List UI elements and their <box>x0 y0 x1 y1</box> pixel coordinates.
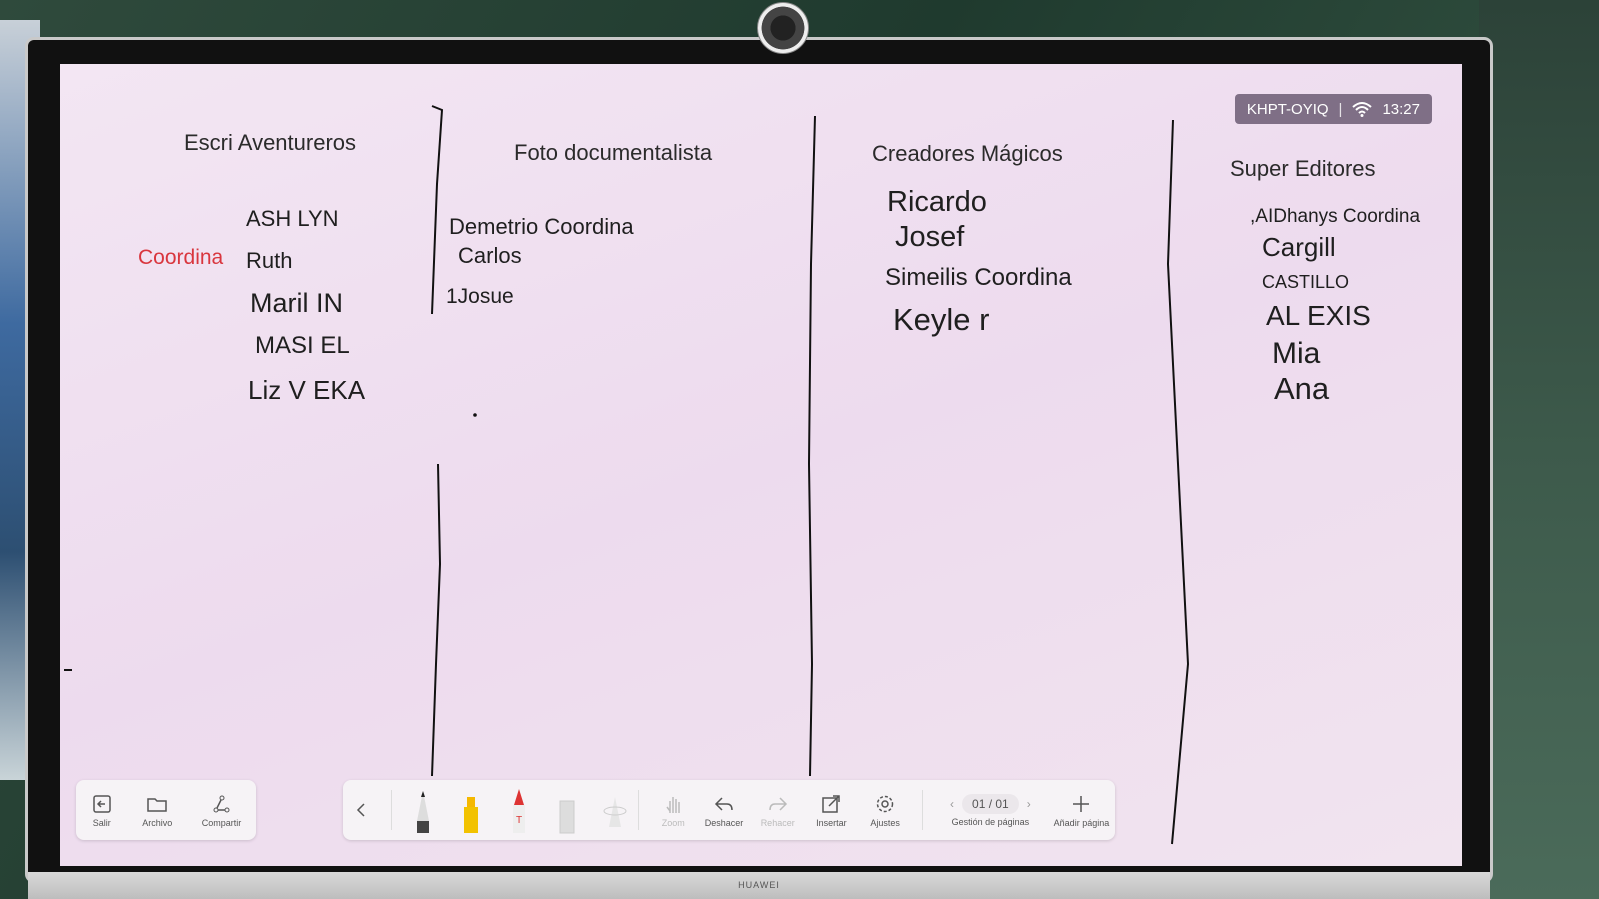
separator <box>638 790 640 830</box>
collapse-button[interactable] <box>343 799 381 821</box>
whiteboard-screen[interactable]: KHPT-OYIQ | 13:27 Escri Aventureros Coor… <box>60 64 1462 866</box>
redo-button[interactable]: Rehacer <box>751 793 805 828</box>
exit-button[interactable]: Salir <box>91 793 113 828</box>
file-button[interactable]: Archivo <box>142 793 172 828</box>
lasso-icon[interactable] <box>602 787 628 835</box>
zoom-label: Zoom <box>661 817 685 828</box>
exit-icon <box>92 794 111 813</box>
eraser-icon[interactable] <box>554 787 580 835</box>
redo-label: Rehacer <box>760 817 795 828</box>
share-label: Compartir <box>201 817 242 828</box>
add-page-button[interactable]: Añadir página <box>1048 793 1115 828</box>
page-management-label[interactable]: Gestión de páginas <box>952 817 1030 827</box>
separator <box>391 790 393 830</box>
share-button[interactable]: Compartir <box>201 793 242 828</box>
file-label: Archivo <box>142 817 173 828</box>
undo-button[interactable]: Deshacer <box>697 793 751 828</box>
hand-icon <box>666 796 680 813</box>
chevron-left-icon <box>357 803 365 817</box>
add-page-label: Añadir página <box>1053 817 1110 828</box>
pen-icon[interactable] <box>410 787 436 835</box>
webcam-icon <box>757 2 809 54</box>
exit-label: Salir <box>92 817 111 828</box>
monitor-bottom: HUAWEI <box>28 872 1490 899</box>
undo-label: Deshacer <box>704 817 744 828</box>
page-manager: ‹ 01 / 01 › Gestión de páginas <box>933 793 1048 827</box>
prev-page-button[interactable]: ‹ <box>950 797 954 811</box>
folder-icon <box>147 797 167 812</box>
insert-icon <box>822 794 841 813</box>
pager: ‹ 01 / 01 › <box>950 793 1031 814</box>
background-right <box>1479 0 1599 899</box>
svg-text:T: T <box>516 815 522 826</box>
share-icon <box>213 795 230 812</box>
page-number[interactable]: 01 / 01 <box>962 793 1019 814</box>
brand-label: HUAWEI <box>738 880 780 890</box>
settings-label: Ajustes <box>870 817 900 828</box>
redo-icon <box>768 796 787 811</box>
zoom-button[interactable]: Zoom <box>649 793 697 828</box>
toolbar-left: Salir Archivo Compartir <box>76 780 256 840</box>
insert-button[interactable]: Insertar <box>805 793 859 828</box>
next-page-button[interactable]: › <box>1027 797 1031 811</box>
toolbar-main: T Zoom Deshacer Rehacer Insertar Ajustes… <box>343 780 1115 840</box>
settings-button[interactable]: Ajustes <box>858 793 912 828</box>
gear-icon <box>876 795 894 812</box>
plus-icon <box>1073 795 1090 812</box>
pen-tools: T <box>402 785 628 835</box>
undo-icon <box>714 796 733 811</box>
ink-dividers <box>64 105 1190 845</box>
insert-label: Insertar <box>816 817 847 828</box>
text-pen-icon[interactable]: T <box>506 787 532 835</box>
highlighter-icon[interactable] <box>458 787 484 835</box>
separator <box>921 790 923 830</box>
